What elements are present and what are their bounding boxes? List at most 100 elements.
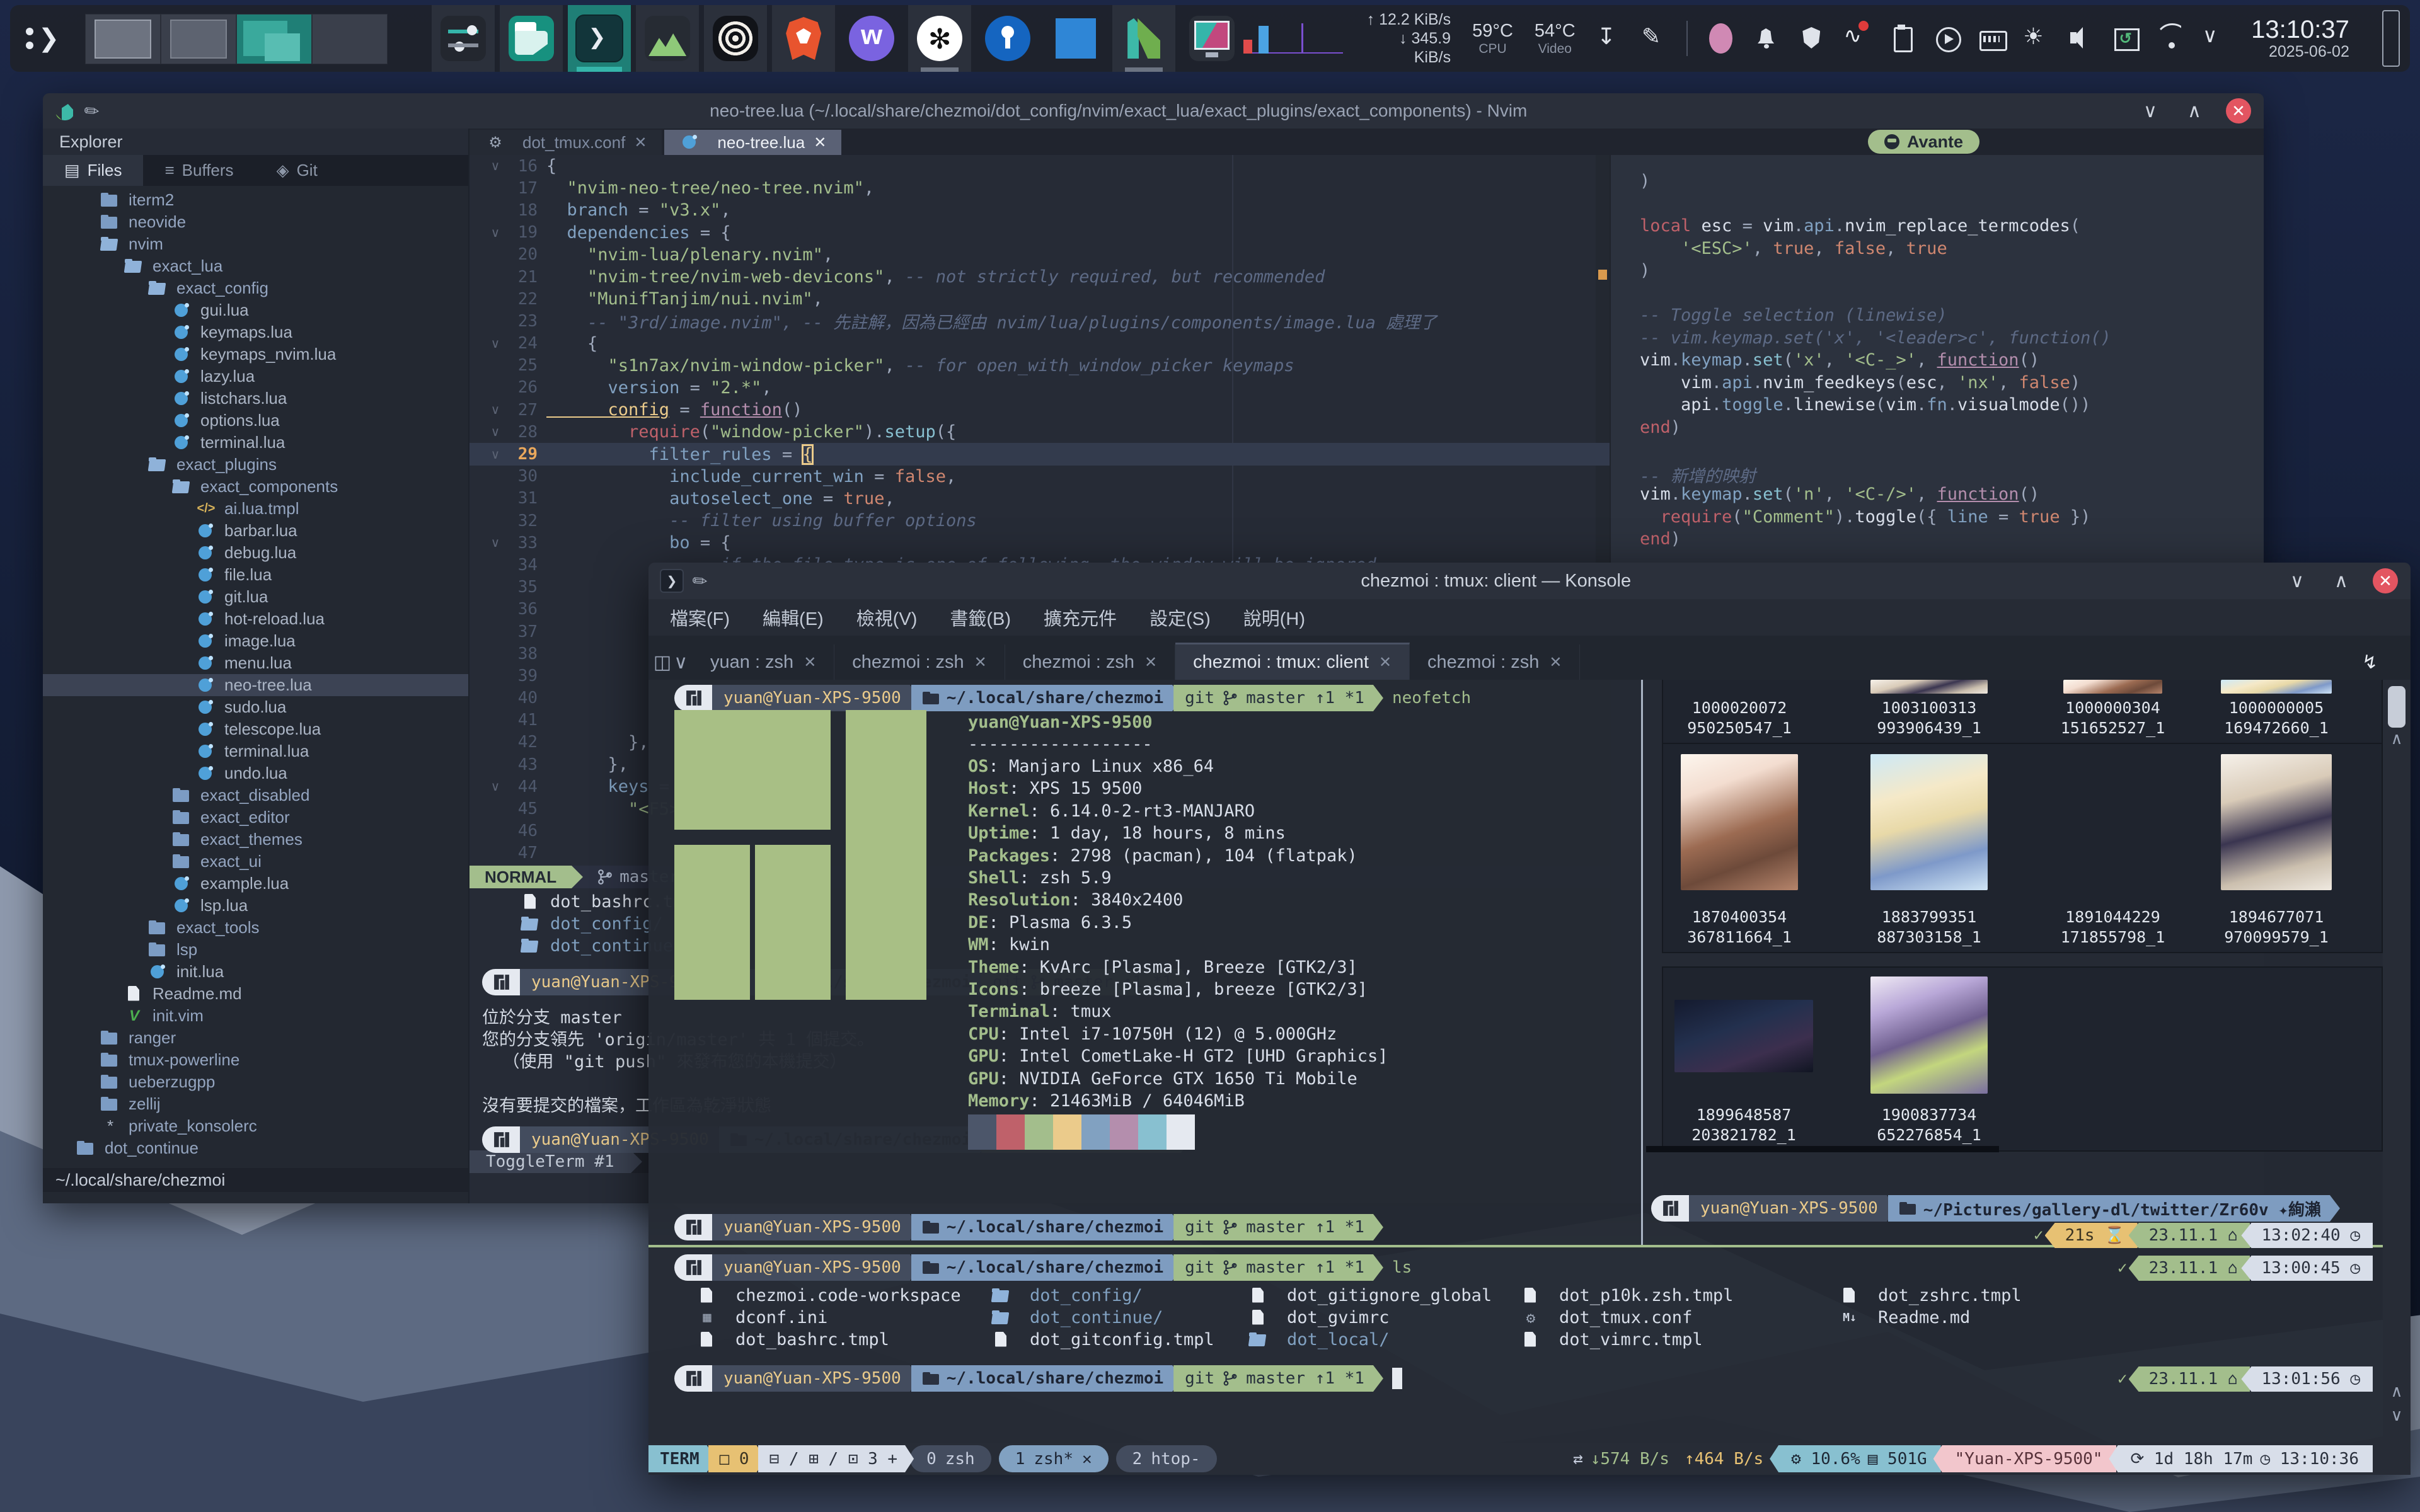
tree-item[interactable]: iterm2	[43, 189, 468, 211]
split-view-button[interactable]: ◫∨	[648, 644, 693, 680]
terminal-tab[interactable]: chezmoi : zsh✕	[1410, 644, 1580, 680]
tree-item[interactable]: listchars.lua	[43, 387, 468, 410]
ls-entry[interactable]: dot_bashrc.tmpl	[696, 1330, 889, 1349]
tree-item[interactable]: exact_lua	[43, 255, 468, 277]
ls-entry[interactable]: ⚙dot_tmux.conf	[1520, 1308, 1692, 1327]
close-button[interactable]: ✕	[2373, 568, 2398, 593]
avante-tab[interactable]: Avante	[1868, 130, 1979, 154]
ls-entry[interactable]: M↓Readme.md	[1839, 1308, 1970, 1327]
menu-item[interactable]: 編輯(E)	[763, 604, 824, 631]
taskbar-file-manager[interactable]	[500, 5, 563, 72]
tree-item[interactable]: *private_konsolerc	[43, 1115, 468, 1137]
ls-entry[interactable]: dot_gitignore_global	[1248, 1286, 1492, 1305]
notifications-icon[interactable]	[1754, 23, 1777, 54]
close-tab-icon[interactable]: ✕	[1144, 653, 1157, 672]
tree-item[interactable]: terminal.lua	[43, 432, 468, 454]
terminal-tab[interactable]: chezmoi : zsh✕	[1005, 644, 1175, 680]
clipboard-icon[interactable]	[1889, 23, 1912, 54]
tree-item[interactable]: </>ai.lua.tmpl	[43, 498, 468, 520]
tree-item[interactable]: exact_components	[43, 476, 468, 498]
ls-entry[interactable]: dot_vimrc.tmpl	[1520, 1330, 1703, 1349]
tree-item[interactable]: ranger	[43, 1027, 468, 1049]
menu-item[interactable]: 檔案(F)	[670, 604, 730, 631]
tree-item[interactable]: lazy.lua	[43, 365, 468, 387]
digital-clock[interactable]: 13:10:37 2025-06-02	[2251, 16, 2349, 60]
gallery-thumbnail[interactable]	[2063, 680, 2162, 694]
menu-item[interactable]: 說明(H)	[1243, 604, 1305, 631]
tree-item[interactable]: Vinit.vim	[43, 1005, 468, 1027]
ls-entry[interactable]: dot_gitconfig.tmpl	[991, 1330, 1214, 1349]
tree-item[interactable]: exact_config	[43, 277, 468, 299]
stylus-icon[interactable]	[1642, 23, 1665, 54]
tree-item[interactable]: debug.lua	[43, 542, 468, 564]
tmux-layout-buttons[interactable]: ⊟ / ⊞ / ⊡ 3 +	[758, 1445, 914, 1472]
ls-entry[interactable]: dot_config/	[991, 1286, 1143, 1305]
close-tab-icon[interactable]: ✕	[974, 653, 987, 672]
tree-item[interactable]: exact_disabled	[43, 784, 468, 806]
desktop-1[interactable]	[85, 14, 161, 64]
taskbar-brave-browser[interactable]	[772, 5, 835, 72]
ls-entry[interactable]: dot_continue/	[991, 1308, 1163, 1327]
tree-item[interactable]: keymaps.lua	[43, 321, 468, 343]
gallery-thumbnail[interactable]	[1681, 754, 1798, 890]
explorer-tab-files[interactable]: ▤Files	[43, 155, 143, 186]
explorer-tab-git[interactable]: ◈Git	[255, 155, 339, 186]
menu-item[interactable]: 檢視(V)	[856, 604, 918, 631]
media-player-icon[interactable]	[1933, 23, 1957, 54]
tree-item[interactable]: terminal.lua	[43, 740, 468, 762]
security-icon[interactable]	[1799, 23, 1822, 54]
virtual-desktop-pager[interactable]	[85, 14, 388, 63]
gallery-thumbnail[interactable]	[1681, 680, 1798, 694]
tmux-window[interactable]: 0zsh	[910, 1445, 991, 1472]
tree-item[interactable]: init.lua	[43, 961, 468, 983]
close-tab-icon[interactable]: ✕	[814, 134, 826, 152]
minimize-button[interactable]: ∨	[2138, 98, 2163, 123]
tree-item[interactable]: neo-tree.lua	[43, 674, 468, 696]
konsole-titlebar[interactable]: ❯ ✎ chezmoi : tmux: client — Konsole ∨ ∧…	[648, 563, 2411, 599]
tree-item[interactable]: example.lua	[43, 873, 468, 895]
close-tab-icon[interactable]: ✕	[804, 653, 816, 672]
taskbar-konsole[interactable]	[568, 5, 631, 72]
ls-entry[interactable]: dot_gvimrc	[1248, 1308, 1390, 1327]
maximize-button[interactable]: ∧	[2329, 568, 2354, 593]
taskbar-audio-mixer[interactable]	[432, 5, 495, 72]
tree-item[interactable]: exact_tools	[43, 917, 468, 939]
keyboard-icon[interactable]	[1978, 23, 2002, 54]
terminal-tab[interactable]: chezmoi : zsh✕	[834, 644, 1005, 680]
volume-icon[interactable]	[2068, 23, 2091, 54]
wifi-icon[interactable]	[2158, 23, 2181, 54]
brightness-icon[interactable]	[2023, 23, 2046, 54]
network-graph[interactable]	[1243, 20, 1343, 57]
taskbar-neovim[interactable]	[1112, 5, 1175, 72]
close-button[interactable]: ✕	[2226, 98, 2251, 123]
minimize-button[interactable]: ∨	[2285, 568, 2310, 593]
tree-item[interactable]: keymaps_nvim.lua	[43, 343, 468, 365]
gpu-temperature[interactable]: 54°C Video	[1535, 21, 1576, 57]
updates-icon[interactable]	[2113, 23, 2136, 54]
tree-item[interactable]: undo.lua	[43, 762, 468, 784]
show-desktop-button[interactable]	[2382, 10, 2400, 67]
tree-item[interactable]: sudo.lua	[43, 696, 468, 718]
color-picker-icon[interactable]	[1709, 23, 1732, 54]
desktop-3-active[interactable]	[236, 14, 312, 64]
taskbar-vscode[interactable]	[1044, 5, 1107, 72]
taskbar-messenger[interactable]	[840, 5, 903, 72]
close-tab-icon[interactable]: ✕	[1549, 653, 1562, 672]
ls-entry[interactable]: dot_zshrc.tmpl	[1839, 1286, 2022, 1305]
app-launcher-button[interactable]: ❯	[16, 11, 69, 66]
terminal-tab[interactable]: yuan : zsh✕	[693, 644, 834, 680]
menu-item[interactable]: 擴充元件	[1044, 604, 1117, 631]
desktop-2[interactable]	[161, 14, 236, 64]
tray-expander-icon[interactable]	[2203, 23, 2226, 54]
close-tab-icon[interactable]: ✕	[1379, 653, 1392, 672]
tree-item[interactable]: barbar.lua	[43, 520, 468, 542]
tree-item[interactable]: nvim	[43, 233, 468, 255]
ls-entry[interactable]: chezmoi.code-workspace	[696, 1286, 961, 1305]
tree-item[interactable]: image.lua	[43, 630, 468, 652]
gallery-thumbnail[interactable]	[1870, 976, 1988, 1094]
gallery-thumbnail[interactable]	[1870, 680, 1988, 694]
tree-item[interactable]: exact_themes	[43, 828, 468, 850]
taskbar-chatgpt[interactable]	[908, 5, 971, 72]
gallery-thumbnail[interactable]	[2221, 680, 2332, 694]
taskbar-music-player[interactable]	[704, 5, 767, 72]
